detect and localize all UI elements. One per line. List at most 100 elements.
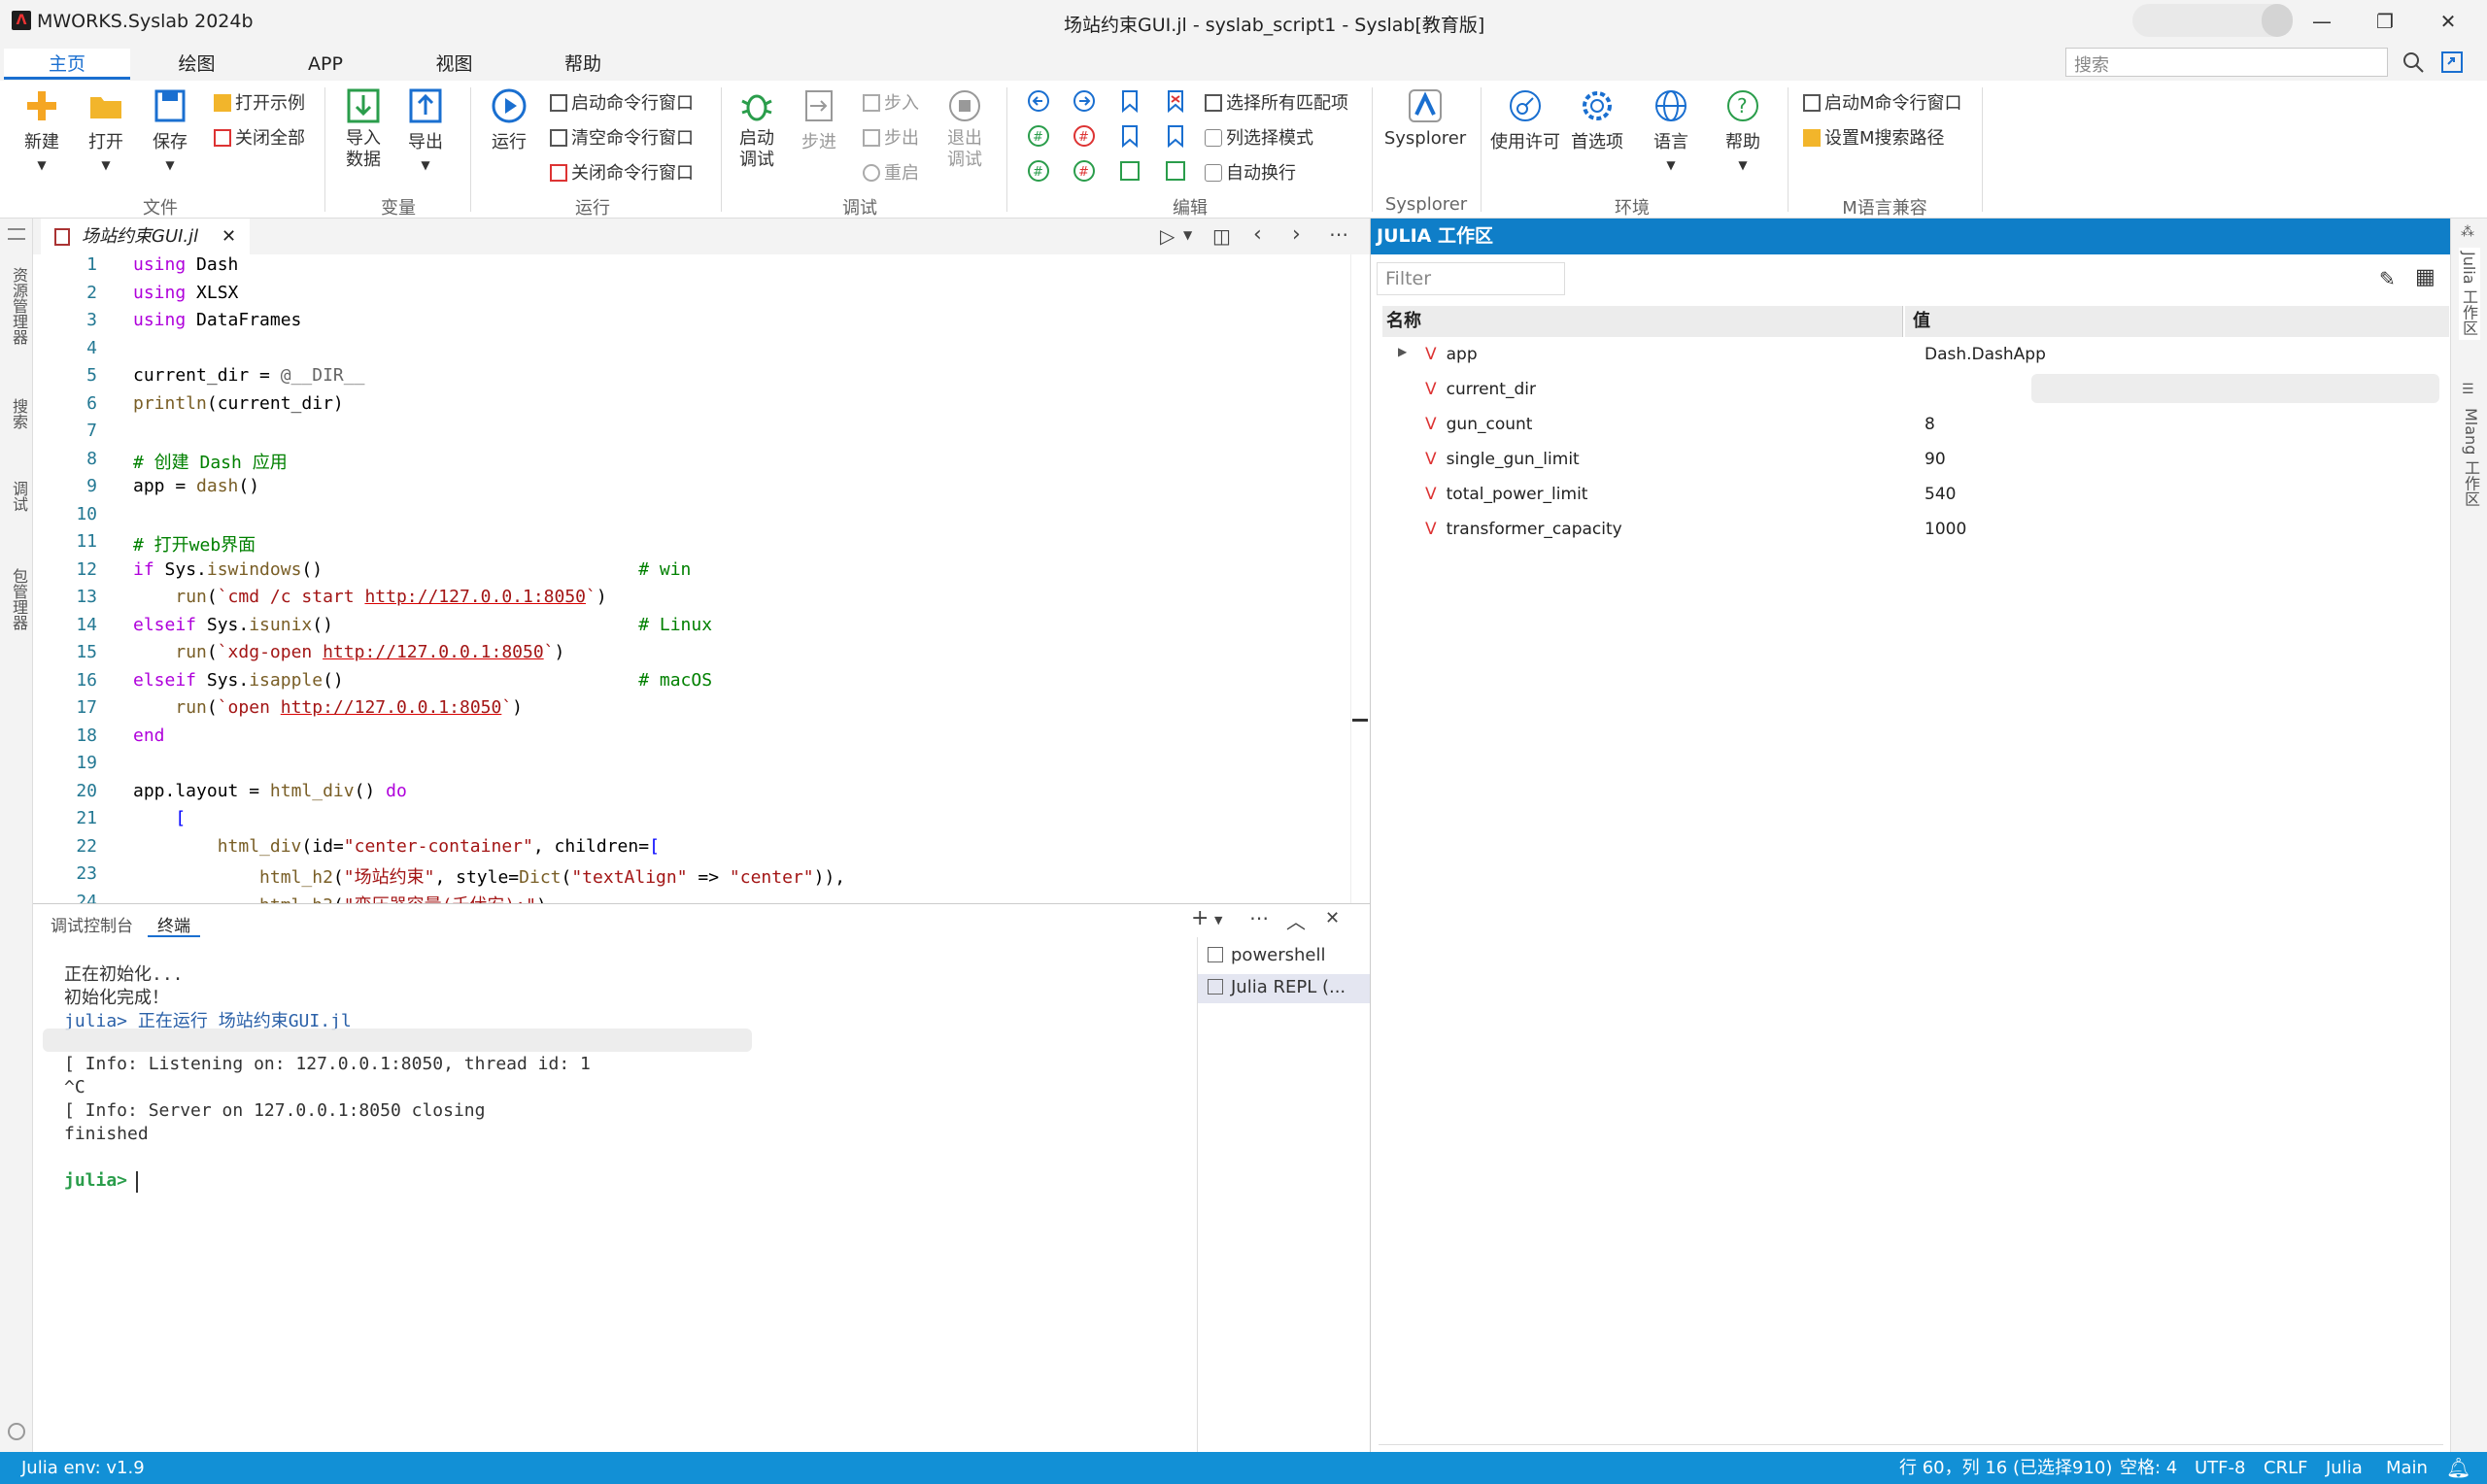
variable-row[interactable]: Vsingle_gun_limit [1425,450,1580,469]
comment-icon[interactable]: # [1026,123,1051,149]
editor-scrollbar[interactable] [1350,254,1370,903]
explorer-tab[interactable]: 资源管理器 [7,267,30,345]
variable-row[interactable]: Vtotal_power_limit [1425,485,1587,504]
menu-icon[interactable] [8,228,25,240]
more-actions-icon[interactable]: ⋯ [1329,222,1348,246]
step-over-button[interactable]: 步进 [795,87,843,153]
start-m-cmd-button[interactable]: 启动M命令行窗口 [1803,89,1962,115]
minimize-icon[interactable]: — [2302,6,2341,37]
tab-plot[interactable]: 绘图 [136,49,257,80]
settings-gear-icon[interactable] [8,1423,25,1440]
branch-status[interactable]: Main [2386,1452,2428,1484]
toggle-comment-icon[interactable]: # [1026,158,1051,184]
cursor-position[interactable]: 行 60，列 16 (已选择910) [1899,1452,2112,1484]
mlang-workspace-tab[interactable]: Mlang 工作区 [2459,408,2482,506]
close-tab-icon[interactable]: ✕ [221,219,236,254]
close-cmd-button[interactable]: 关闭命令行窗口 [550,159,694,185]
open-example-button[interactable]: 打开示例 [214,89,305,115]
search-icon[interactable] [2402,51,2425,74]
column-mode-checkbox[interactable]: 列选择模式 [1205,124,1313,150]
import-icon [347,88,380,123]
restart-button[interactable]: 重启 [863,159,919,185]
bookmark-icon[interactable] [1117,88,1142,114]
open-button[interactable]: 打开 ▼ [80,87,132,174]
scroll-thumb[interactable] [1352,719,1368,722]
set-m-path-button[interactable]: 设置M搜索路径 [1803,124,1945,150]
nav-forward-icon[interactable]: › [1292,222,1301,247]
outdent-icon[interactable] [1163,158,1188,184]
close-all-button[interactable]: 关闭全部 [214,124,305,150]
arrow-left-icon[interactable] [1026,88,1051,114]
variable-row[interactable]: Vtransformer_capacity [1425,520,1622,539]
select-all-matches-button[interactable]: 选择所有匹配项 [1205,89,1348,115]
step-in-button[interactable]: 步入 [863,89,919,115]
grid-view-icon[interactable]: ▦ [2415,265,2436,289]
start-cmd-button[interactable]: 启动命令行窗口 [550,89,694,115]
julia-workspace-tab[interactable]: Julia 工作区 [2459,248,2480,340]
maximize-panel-icon[interactable]: ︿ [1286,906,1306,934]
sysplorer-button[interactable]: Sysplorer [1381,87,1469,149]
run-button[interactable]: 运行 [482,87,536,153]
expand-icon[interactable] [2440,51,2464,74]
maximize-icon[interactable]: ❐ [2366,6,2404,37]
split-editor-icon[interactable]: ◫ [1212,224,1231,248]
clear-cmd-button[interactable]: 清空命令行窗口 [550,124,694,150]
tab-view[interactable]: 视图 [393,49,515,80]
help-button[interactable]: ? 帮助 ▼ [1716,87,1770,174]
new-button[interactable]: 新建 ▼ [16,87,68,174]
start-debug-button[interactable]: 启动调试 [731,87,783,171]
close-icon[interactable]: ✕ [2429,6,2468,37]
close-panel-icon[interactable]: ✕ [1325,908,1340,928]
clear-filter-icon[interactable]: ✎ [2379,267,2396,290]
step-out-button[interactable]: 步出 [863,124,919,150]
encoding-status[interactable]: UTF-8 [2195,1452,2245,1484]
run-file-icon[interactable]: ▷ [1160,224,1175,248]
export-button[interactable]: 导出 ▼ [400,87,451,174]
file-tab[interactable]: 场站约束GUI.jl ✕ [41,219,250,254]
prev-bookmark-icon[interactable] [1117,123,1142,149]
auto-wrap-checkbox[interactable]: 自动换行 [1205,159,1296,185]
column-header-name[interactable]: 名称 [1382,306,1903,337]
run-dropdown-icon[interactable]: ▼ [1183,228,1192,242]
nav-back-icon[interactable]: ‹ [1253,222,1262,247]
debug-tab[interactable]: 调试 [7,481,30,512]
tab-terminal[interactable]: 终端 [148,904,200,937]
indent-icon[interactable] [1117,158,1142,184]
terminal-item-powershell[interactable]: powershell [1208,945,1326,965]
terminal-dropdown-icon[interactable]: ▼ [1214,914,1222,927]
filter-input[interactable]: Filter [1377,262,1565,295]
column-header-value[interactable]: 值 [1905,306,2449,337]
terminal-item-julia-repl[interactable]: Julia REPL (... [1208,977,1346,997]
language-mode[interactable]: Julia [2326,1452,2363,1484]
tab-app[interactable]: APP [262,49,389,80]
uncomment-icon[interactable]: # [1072,123,1097,149]
tab-help[interactable]: 帮助 [520,49,646,80]
variable-row[interactable]: Vcurrent_dir [1425,380,1536,399]
variable-row[interactable]: Vgun_count [1425,415,1532,434]
tab-home[interactable]: 主页 [4,49,130,80]
julia-env-status[interactable]: Julia env: v1.9 [21,1452,145,1484]
search-input[interactable]: 搜索 [2065,48,2388,77]
new-terminal-icon[interactable]: + [1191,906,1209,930]
eol-status[interactable]: CRLF [2264,1452,2307,1484]
bookmark-clear-icon[interactable] [1163,88,1188,114]
search-tab[interactable]: 搜索 [7,398,30,429]
language-button[interactable]: 语言 ▼ [1644,87,1698,174]
indentation-status[interactable]: 空格: 4 [2120,1452,2177,1484]
notification-bell-icon[interactable]: 🔔︎ [2446,1452,2470,1484]
import-data-button[interactable]: 导入数据 [338,87,389,171]
arrow-right-icon[interactable] [1072,88,1097,114]
code-editor[interactable]: 1 2 3 4 5 6 7 8 9 10 11 12 13 14 15 16 17 18 19 20 21 22 23 24 … [33,254,1370,903]
block-comment-icon[interactable]: # [1072,158,1097,184]
preferences-button[interactable]: 首选项 [1566,87,1628,153]
exit-debug-button[interactable]: 退出调试 [940,87,989,171]
save-button[interactable]: 保存 ▼ [144,87,196,174]
next-bookmark-icon[interactable] [1163,123,1188,149]
terminal-prompt[interactable]: julia> [64,1170,138,1191]
more-actions-icon[interactable]: ⋯ [1249,906,1269,929]
license-button[interactable]: 使用许可 [1486,87,1564,153]
tab-debug-console[interactable]: 调试控制台 [51,912,133,936]
variable-row[interactable]: Vapp [1425,345,1478,364]
expand-row-icon[interactable]: ▶ [1398,345,1407,358]
package-manager-tab[interactable]: 包管理器 [7,568,30,630]
